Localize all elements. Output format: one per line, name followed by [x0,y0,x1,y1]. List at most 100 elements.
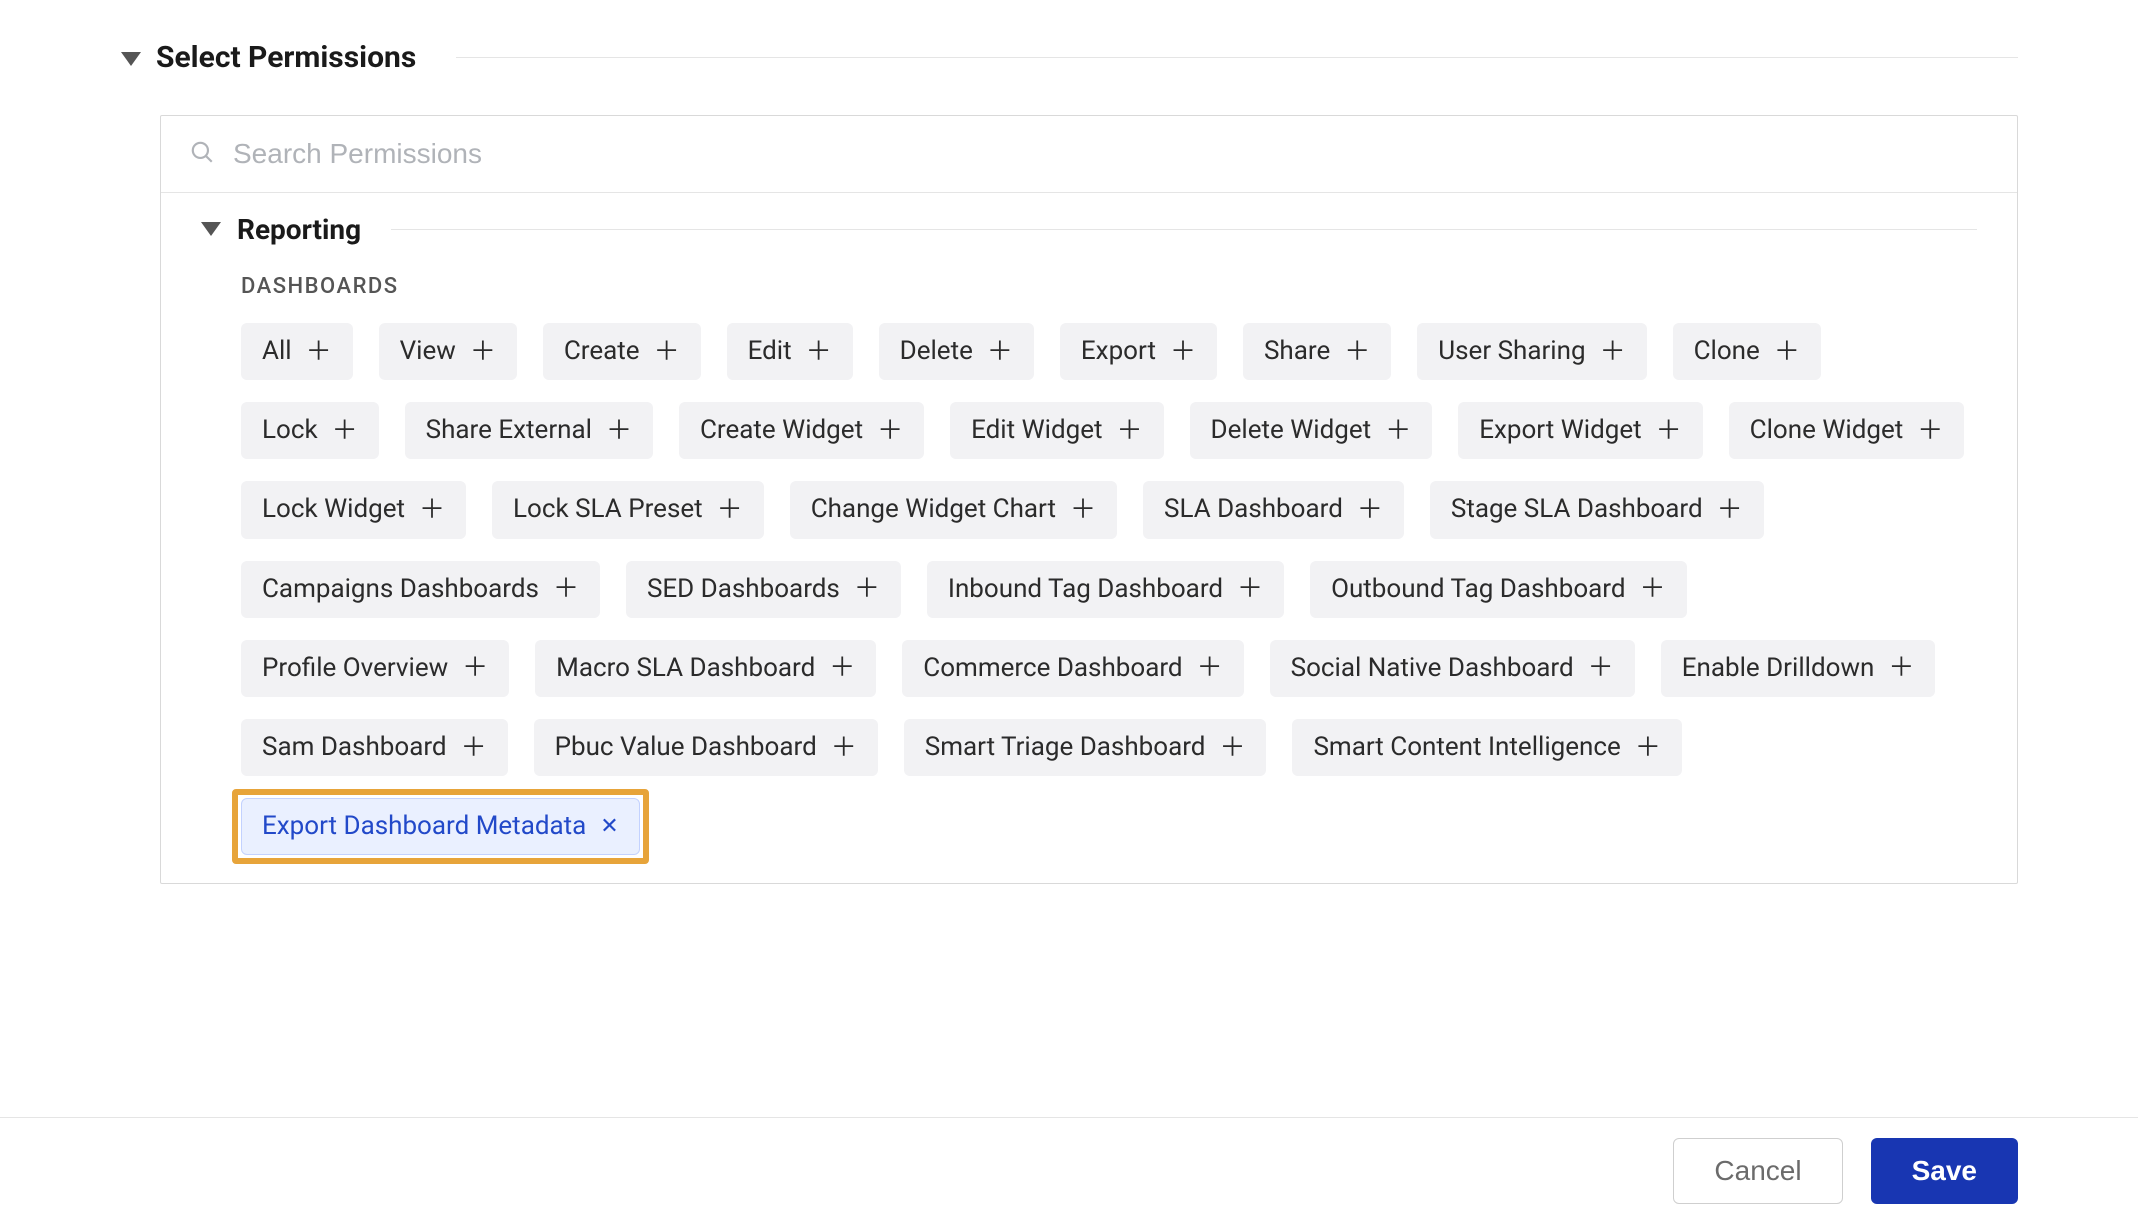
add-icon[interactable]: ＋ [606,418,632,444]
add-icon[interactable]: ＋ [831,735,857,761]
group-header: Reporting [201,213,1977,246]
permission-chip[interactable]: Share ＋ [1243,323,1391,380]
permissions-panel: Reporting DASHBOARDS All＋View＋Create＋Edi… [160,115,2018,884]
chip-label: View [400,336,456,367]
collapse-icon[interactable] [120,47,142,69]
permission-chip[interactable]: Create Widget＋ [679,402,924,459]
add-icon[interactable]: ＋ [1635,735,1661,761]
chip-label: Edit Widget [971,415,1102,446]
permission-chip[interactable]: Export＋ [1060,323,1217,380]
add-icon[interactable]: ＋ [806,339,832,365]
permission-chip[interactable]: Sam Dashboard ＋ [241,719,508,776]
permission-chip[interactable]: Macro SLA Dashboard＋ [535,640,876,697]
permission-chip[interactable]: Change Widget Chart＋ [790,481,1117,538]
permission-chip[interactable]: Smart Triage Dashboard＋ [904,719,1267,776]
permission-chip[interactable]: SLA Dashboard ＋ [1143,481,1404,538]
add-icon[interactable]: ＋ [1656,418,1682,444]
chip-label: Inbound Tag Dashboard [948,574,1223,605]
add-icon[interactable]: ＋ [1888,655,1914,681]
add-icon[interactable]: ＋ [1640,576,1666,602]
add-icon[interactable]: ＋ [654,339,680,365]
permission-chip[interactable]: Lock Widget ＋ [241,481,466,538]
permission-chip[interactable]: Enable Drilldown ＋ [1661,640,1936,697]
permission-chip[interactable]: Delete Widget ＋ [1190,402,1433,459]
permission-chip[interactable]: Profile Overview＋ [241,640,509,697]
permission-chip[interactable]: User Sharing＋ [1417,323,1646,380]
divider [456,57,2018,58]
chip-label: Lock [262,415,318,446]
add-icon[interactable]: ＋ [1070,497,1096,523]
permission-chip[interactable]: Social Native Dashboard ＋ [1270,640,1635,697]
add-icon[interactable]: ＋ [854,576,880,602]
permission-chip[interactable]: Clone Widget＋ [1729,402,1965,459]
permission-chip[interactable]: Export Dashboard Metadata✕ [241,798,640,855]
add-icon[interactable]: ＋ [1170,339,1196,365]
subgroup: DASHBOARDS All＋View＋Create＋Edit＋Delete＋E… [201,274,1977,855]
chip-label: Social Native Dashboard [1291,653,1574,684]
chip-label: Share External [426,415,592,446]
permission-chip[interactable]: Lock SLA Preset＋ [492,481,764,538]
chip-label: Delete Widget [1211,415,1372,446]
chip-label: Create [564,336,640,367]
remove-icon[interactable]: ✕ [600,816,618,838]
chip-label: Share [1264,336,1330,367]
chip-label: Outbound Tag Dashboard [1331,574,1625,605]
add-icon[interactable]: ＋ [461,735,487,761]
chip-label: Lock Widget [262,494,405,525]
permission-chip[interactable]: Edit＋ [727,323,853,380]
permission-chip[interactable]: Export Widget ＋ [1458,402,1702,459]
add-icon[interactable]: ＋ [1588,655,1614,681]
add-icon[interactable]: ＋ [829,655,855,681]
cancel-button[interactable]: Cancel [1673,1138,1842,1204]
add-icon[interactable]: ＋ [419,497,445,523]
add-icon[interactable]: ＋ [1197,655,1223,681]
chip-label: Enable Drilldown [1682,653,1875,684]
add-icon[interactable]: ＋ [1385,418,1411,444]
permission-chip[interactable]: Delete＋ [879,323,1034,380]
chip-label: Sam Dashboard [262,732,447,763]
add-icon[interactable]: ＋ [1357,497,1383,523]
permission-chip[interactable]: Pbuc Value Dashboard＋ [534,719,878,776]
chip-label: SLA Dashboard [1164,494,1343,525]
permission-chip[interactable]: Stage SLA Dashboard ＋ [1430,481,1764,538]
chip-label: Stage SLA Dashboard [1451,494,1703,525]
permission-chip[interactable]: Share External ＋ [405,402,653,459]
add-icon[interactable]: ＋ [553,576,579,602]
add-icon[interactable]: ＋ [1344,339,1370,365]
add-icon[interactable]: ＋ [1237,576,1263,602]
add-icon[interactable]: ＋ [1917,418,1943,444]
add-icon[interactable]: ＋ [877,418,903,444]
add-icon[interactable]: ＋ [332,418,358,444]
add-icon[interactable]: ＋ [1717,497,1743,523]
chip-label: Export Widget [1479,415,1641,446]
save-button[interactable]: Save [1871,1138,2018,1204]
permission-chip[interactable]: Commerce Dashboard ＋ [902,640,1243,697]
chips-container: All＋View＋Create＋Edit＋Delete＋Export＋Share… [241,323,1977,855]
add-icon[interactable]: ＋ [1219,735,1245,761]
permission-chip[interactable]: Lock ＋ [241,402,379,459]
search-input[interactable] [233,138,1989,170]
permission-chip[interactable]: Smart Content Intelligence＋ [1292,719,1681,776]
chip-label: Commerce Dashboard [923,653,1182,684]
permission-chip[interactable]: Create ＋ [543,323,701,380]
permission-chip[interactable]: Outbound Tag Dashboard ＋ [1310,561,1686,618]
add-icon[interactable]: ＋ [717,497,743,523]
add-icon[interactable]: ＋ [1774,339,1800,365]
subgroup-title: DASHBOARDS [241,274,1977,299]
add-icon[interactable]: ＋ [462,655,488,681]
permission-chip[interactable]: Clone＋ [1673,323,1821,380]
search-row [161,116,2017,193]
permission-chip[interactable]: View ＋ [379,323,517,380]
add-icon[interactable]: ＋ [987,339,1013,365]
permission-chip[interactable]: All＋ [241,323,353,380]
add-icon[interactable]: ＋ [1117,418,1143,444]
group-collapse-icon[interactable] [201,218,221,242]
permission-chip[interactable]: Edit Widget ＋ [950,402,1163,459]
add-icon[interactable]: ＋ [470,339,496,365]
add-icon[interactable]: ＋ [306,339,332,365]
permission-chip[interactable]: Inbound Tag Dashboard ＋ [927,561,1284,618]
permission-chip[interactable]: Campaigns Dashboards＋ [241,561,600,618]
add-icon[interactable]: ＋ [1600,339,1626,365]
permission-chip[interactable]: SED Dashboards ＋ [626,561,901,618]
chip-label: SED Dashboards [647,574,840,605]
